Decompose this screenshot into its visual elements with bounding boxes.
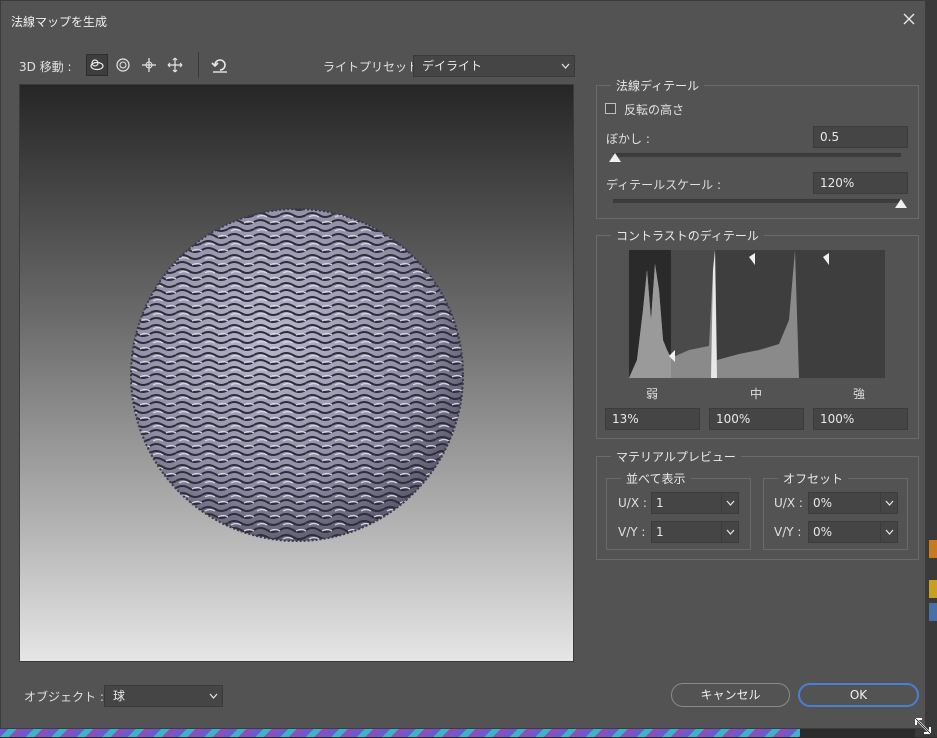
close-button[interactable]: [899, 8, 919, 30]
normal-detail-title: 法線ディテール: [611, 77, 705, 94]
offset-vy-value: 0%: [813, 525, 833, 539]
chevron-down-icon: [726, 500, 734, 506]
light-preset-value: デイライト: [422, 59, 483, 73]
close-icon: [903, 13, 915, 25]
toolbar-divider: [198, 52, 199, 78]
pan-tool-button[interactable]: [138, 54, 160, 76]
invert-height-checkbox[interactable]: [605, 103, 616, 114]
pan-icon: [142, 58, 156, 72]
slide-tool-button[interactable]: [164, 54, 186, 76]
3d-preview-viewport[interactable]: [19, 84, 574, 662]
blur-input[interactable]: 0.5: [813, 126, 908, 148]
chevron-down-icon: [885, 500, 893, 506]
tile-vy-combo[interactable]: 1: [651, 521, 739, 543]
tile-vy-dropdown[interactable]: [721, 522, 738, 542]
chevron-down-icon: [209, 693, 218, 699]
slide-icon: [167, 57, 183, 73]
detail-scale-label: ディテールスケール :: [606, 178, 722, 192]
resize-grip[interactable]: [914, 717, 932, 735]
contrast-detail-title: コントラストのディテール: [611, 227, 764, 244]
object-label: オブジェクト :: [24, 690, 104, 704]
orbit-icon: [90, 59, 104, 71]
offset-vy-dropdown[interactable]: [880, 522, 897, 542]
generate-normal-map-dialog: 法線マップを生成 3D 移動 : ライトプリセット: デイライト 法線ディテー…: [0, 0, 926, 729]
light-preset-label: ライトプリセット :: [323, 60, 427, 74]
mid-input[interactable]: 100%: [709, 408, 804, 430]
chevron-down-icon: [726, 529, 734, 535]
offset-group-title: オフセット: [778, 470, 849, 487]
tile-vy-label: V/Y :: [618, 525, 646, 539]
invert-height-label: 反転の高さ: [624, 103, 685, 117]
strong-label: 強: [853, 387, 866, 401]
tile-group-title: 並べて表示: [621, 470, 691, 487]
mid-label: 中: [750, 387, 763, 401]
offset-ux-value: 0%: [813, 496, 833, 510]
tile-ux-combo[interactable]: 1: [651, 492, 739, 514]
background-canvas-strip: [0, 729, 800, 737]
chevron-down-icon: [885, 529, 893, 535]
offset-vy-combo[interactable]: 0%: [808, 521, 898, 543]
light-preset-select[interactable]: デイライト: [413, 55, 575, 77]
histogram-graph: [629, 250, 829, 378]
tile-vy-value: 1: [656, 525, 664, 539]
tile-ux-value: 1: [656, 496, 664, 510]
normal-map-sphere-preview: [130, 208, 464, 542]
strong-input[interactable]: 100%: [813, 408, 908, 430]
contrast-histogram[interactable]: [629, 250, 885, 378]
move3d-label: 3D 移動 :: [19, 60, 72, 74]
ok-button[interactable]: OK: [798, 683, 919, 707]
title-bar[interactable]: 法線マップを生成: [1, 1, 925, 37]
background-swatch: [929, 540, 937, 558]
cancel-button[interactable]: キャンセル: [671, 683, 790, 707]
blur-slider-thumb[interactable]: [609, 153, 621, 162]
detail-scale-input[interactable]: 120%: [813, 172, 908, 194]
weak-input[interactable]: 13%: [605, 408, 700, 430]
reset-view-button[interactable]: [209, 54, 231, 76]
offset-ux-combo[interactable]: 0%: [808, 492, 898, 514]
resize-grip-icon: [915, 718, 931, 734]
tile-ux-label: U/X :: [618, 496, 647, 510]
offset-vy-label: V/Y :: [774, 525, 802, 539]
object-value: 球: [113, 689, 126, 703]
dialog-title: 法線マップを生成: [11, 15, 108, 29]
blur-slider-track[interactable]: [613, 153, 901, 157]
chevron-down-icon: [561, 63, 570, 69]
offset-ux-dropdown[interactable]: [880, 493, 897, 513]
tile-ux-dropdown[interactable]: [721, 493, 738, 513]
offset-ux-label: U/X :: [774, 496, 803, 510]
object-select[interactable]: 球: [104, 685, 223, 707]
detail-scale-slider-track[interactable]: [613, 199, 901, 203]
background-swatch: [929, 580, 937, 598]
detail-scale-slider-thumb[interactable]: [895, 199, 907, 208]
roll-tool-button[interactable]: [112, 54, 134, 76]
roll-icon: [116, 58, 130, 72]
reset-view-icon: [211, 59, 227, 73]
orbit-tool-button[interactable]: [86, 54, 108, 76]
material-preview-title: マテリアルプレビュー: [611, 448, 741, 465]
background-swatch: [929, 603, 937, 621]
blur-label: ぼかし :: [606, 132, 650, 146]
weak-label: 弱: [646, 387, 659, 401]
